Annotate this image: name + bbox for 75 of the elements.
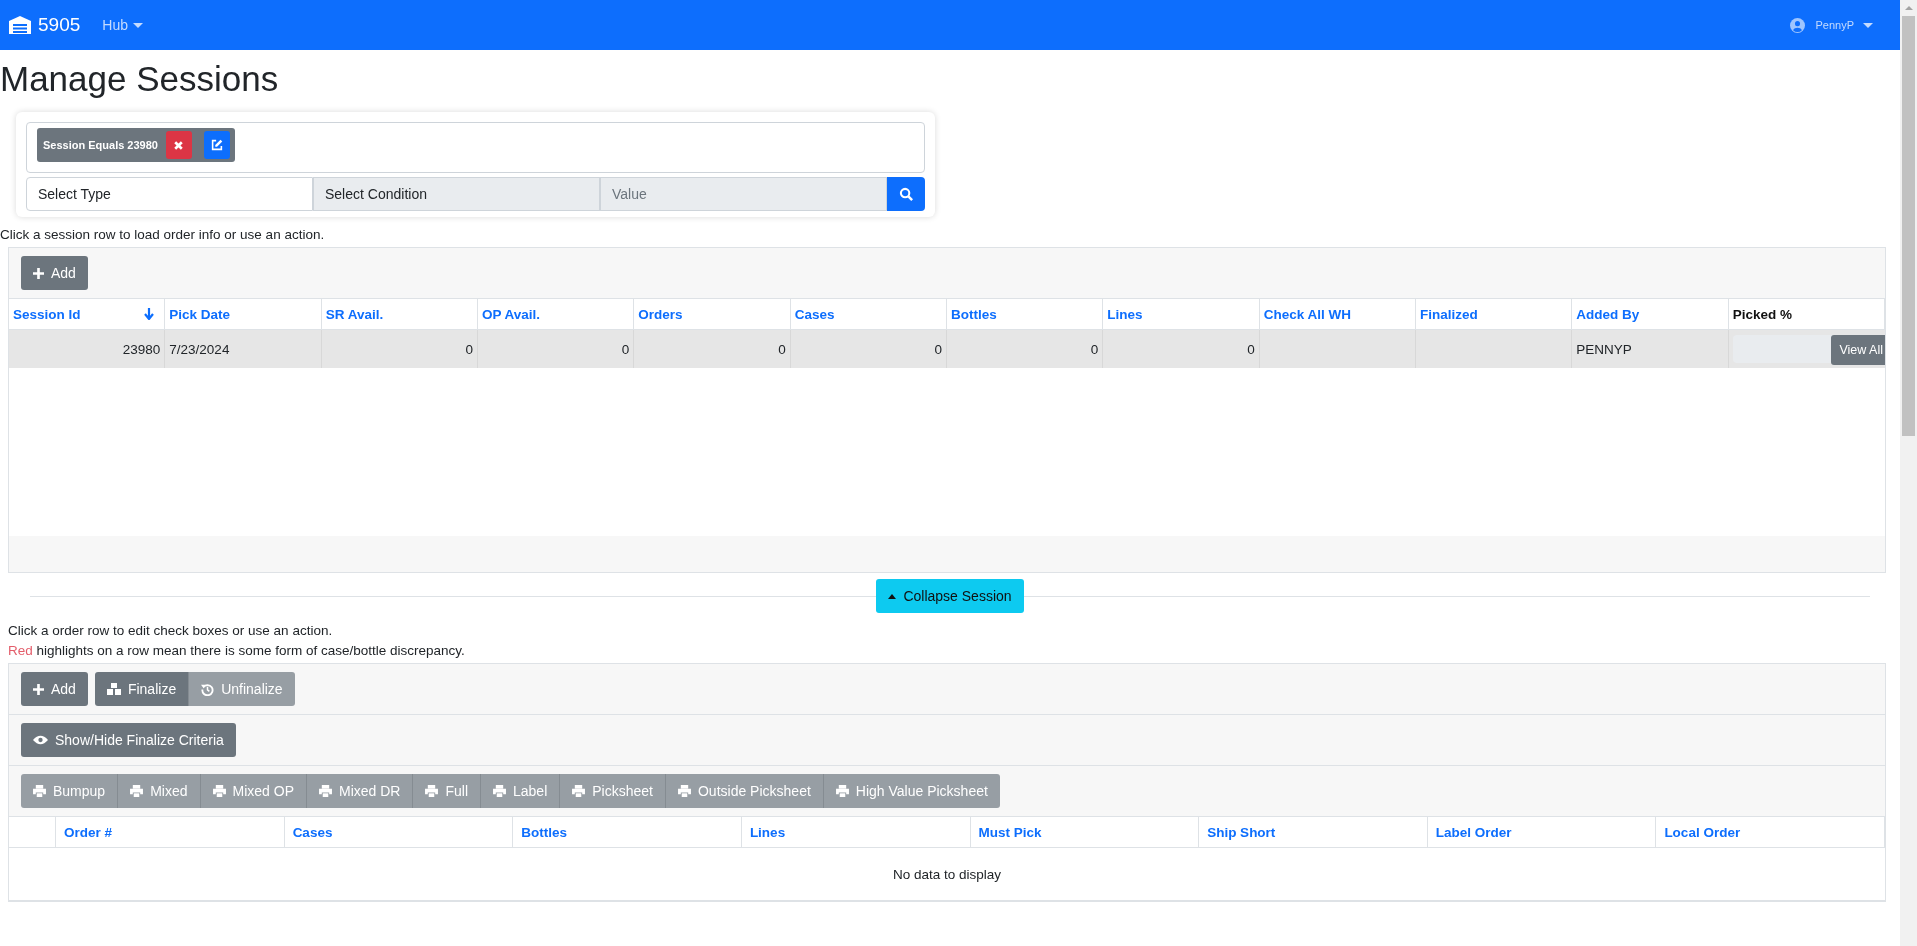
column-header[interactable]: Lines [741, 817, 971, 847]
printer-icon [33, 785, 46, 797]
user-avatar-icon [1790, 17, 1806, 33]
boxes-icon [106, 683, 121, 695]
table-cell: 0 [634, 330, 791, 368]
type-select[interactable]: Select Type [26, 177, 313, 211]
column-header[interactable]: Cases [790, 299, 947, 329]
column-header[interactable]: Cases [284, 817, 514, 847]
column-header: Picked % [1728, 299, 1885, 329]
column-header[interactable]: Order # [56, 817, 285, 847]
column-header[interactable]: Check All WH [1259, 299, 1416, 329]
caret-icon [1863, 22, 1873, 28]
table-cell: 23980 [9, 330, 166, 368]
column-header[interactable]: Lines [1103, 299, 1260, 329]
column-header[interactable]: Ship Short [1199, 817, 1428, 847]
empty-message: No data to display [892, 866, 1002, 882]
plus-icon [33, 267, 44, 279]
edit-filter-button[interactable] [203, 131, 230, 159]
session-row[interactable]: 23980 7/23/2024 0 0 0 0 0 0 PENNYP View All [9, 330, 1885, 368]
collapse-session-button[interactable]: Collapse Session [876, 579, 1024, 613]
order-hint: Click a order row to edit check boxes or use an action. [8, 622, 334, 640]
table-cell: 0 [321, 330, 478, 368]
printer-icon [212, 785, 226, 797]
caret-icon [132, 22, 143, 28]
scrollbar[interactable] [1900, 0, 1917, 946]
value-field[interactable]: Value [600, 177, 887, 211]
search-button[interactable] [887, 177, 925, 211]
printer-icon [678, 785, 691, 797]
order-action-button[interactable]: Finalize [94, 672, 190, 706]
column-header[interactable]: Local Order [1656, 817, 1885, 847]
history-icon [201, 682, 215, 696]
table-cell: 0 [1103, 330, 1260, 368]
brand-name[interactable]: 5905 [38, 14, 81, 36]
user-menu[interactable]: PennyP [1815, 19, 1873, 31]
column-header[interactable]: Bottles [513, 817, 742, 847]
hub-menu[interactable]: Hub [102, 17, 143, 33]
printer-icon [572, 785, 586, 797]
scroll-up-icon [1904, 6, 1913, 10]
session-hint: Click a session row to load order info or use an action. [0, 227, 326, 242]
column-header[interactable]: OP Avail. [478, 299, 635, 329]
table-cell: PENNYP [1572, 330, 1729, 368]
eye-icon [33, 735, 48, 745]
discrepancy-hint: Red highlights on a row mean there is some form of case/bottle discrepancy. [8, 642, 466, 660]
column-header[interactable]: Orders [634, 299, 791, 329]
close-icon [173, 139, 185, 151]
plus-icon [33, 683, 44, 695]
printer-icon [835, 785, 849, 797]
printer-icon [130, 785, 144, 797]
printer-icon [493, 785, 506, 797]
edit-icon [209, 138, 224, 152]
column-header[interactable]: Pick Date [165, 299, 322, 329]
column-header[interactable]: Bottles [947, 299, 1104, 329]
table-cell: 0 [947, 330, 1104, 368]
table-cell: 0 [478, 330, 635, 368]
table-cell: 0 [790, 330, 947, 368]
column-header[interactable]: Finalized [1416, 299, 1573, 329]
printer-icon [425, 785, 439, 797]
finalize-criteria-button[interactable]: Show/Hide Finalize Criteria [21, 723, 236, 757]
column-header[interactable]: Session Id [9, 299, 166, 329]
column-header[interactable]: Added By [1572, 299, 1729, 329]
caret-icon [888, 593, 897, 599]
search-icon [898, 186, 914, 202]
warehouse-icon [8, 15, 32, 35]
printer-icon [319, 785, 332, 797]
column-header[interactable]: Label Order [1427, 817, 1657, 847]
add-order-button[interactable]: Add [21, 672, 88, 706]
condition-select[interactable]: Select Condition [313, 177, 600, 211]
remove-filter-button[interactable] [165, 131, 192, 159]
add-session-button[interactable]: Add [21, 256, 88, 290]
page-title: Manage Sessions [0, 58, 280, 100]
table-cell: 7/23/2024 [165, 330, 322, 368]
column-header[interactable]: Must Pick [970, 817, 1200, 847]
view-all-button[interactable]: View All [1831, 335, 1885, 365]
column-header[interactable]: SR Avail. [321, 299, 478, 329]
filter-chip-label: Session Equals 23980 [43, 139, 158, 151]
